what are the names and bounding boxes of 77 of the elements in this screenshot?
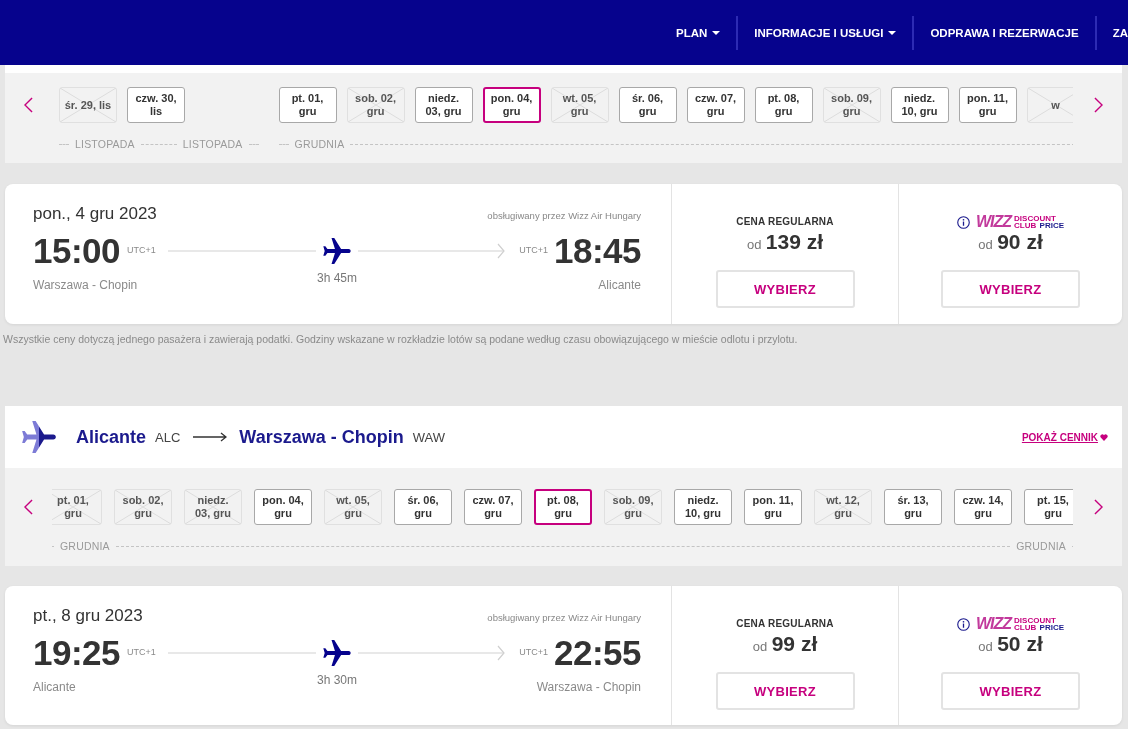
- flight-duration: 3h 30m: [317, 674, 357, 686]
- brand-wordmark: WIZZ: [976, 215, 1012, 229]
- discount-club-label: DISCOUNT CLUB PRICE: [1014, 616, 1064, 632]
- date-option[interactable]: niedz. 03, gru: [414, 87, 473, 123]
- timezone-label: UTC+1: [519, 244, 548, 255]
- airplane-icon: [322, 640, 351, 666]
- airport-code: WAW: [412, 429, 445, 445]
- fare-title: CENA REGULARNA: [736, 617, 834, 631]
- caret-down-icon: [888, 30, 897, 35]
- operator-text: obsługiwany przez Wizz Air Hungary: [487, 612, 641, 623]
- nav-menu-item[interactable]: INFORMACJE I USŁUGI: [738, 17, 913, 48]
- nav-menu-item[interactable]: PLAN: [660, 17, 737, 48]
- date-option[interactable]: czw. 14, gru: [954, 489, 1012, 525]
- heart-icon: [1100, 433, 1108, 441]
- destination-city: Warszawa - Chopin: [239, 426, 404, 448]
- airplane-icon: [22, 421, 56, 453]
- month-label: GRUDNIA: [1016, 540, 1066, 552]
- month-label: LISTOPADA: [182, 138, 243, 150]
- departure-time: 15:00: [33, 230, 121, 272]
- airport-code: ALC: [155, 429, 181, 445]
- date-option[interactable]: pt. 08, gru: [534, 489, 592, 525]
- origin-city: Alicante: [76, 426, 147, 448]
- date-option[interactable]: pon. 04, gru: [482, 87, 541, 123]
- fare-price: od 90 zł: [978, 229, 1043, 255]
- show-prices-link[interactable]: POKAŻ CENNIK: [1021, 431, 1108, 443]
- date-option[interactable]: niedz. 10, gru: [890, 87, 949, 123]
- date-option[interactable]: śr. 06, gru: [618, 87, 677, 123]
- info-icon[interactable]: [957, 617, 970, 631]
- chevron-left-icon: [23, 499, 33, 515]
- date-option[interactable]: pt. 01, gru: [278, 87, 337, 123]
- date-option[interactable]: czw. 07, gru: [464, 489, 522, 525]
- date-option[interactable]: niedz. 10, gru: [674, 489, 732, 525]
- flight-date: pon., 4 gru 2023: [33, 204, 157, 224]
- chevron-right-icon: [1093, 97, 1103, 113]
- select-fare-button[interactable]: WYBIERZ: [715, 672, 855, 710]
- date-option[interactable]: pt. 08, gru: [754, 87, 813, 123]
- date-option[interactable]: pon. 11, gru: [744, 489, 802, 525]
- airplane-icon: [322, 238, 351, 264]
- arrival-airport: Alicante: [598, 277, 641, 292]
- nav-menu-item[interactable]: ZA: [1096, 17, 1128, 48]
- info-icon[interactable]: [957, 215, 970, 229]
- timezone-label: UTC+1: [519, 646, 548, 657]
- chevron-left-icon: [23, 97, 33, 113]
- arrival-time: 18:45: [553, 230, 641, 272]
- month-label: LISTOPADA: [75, 138, 135, 150]
- discount-club-label: DISCOUNT CLUB PRICE: [1014, 214, 1064, 230]
- nav-menu-item[interactable]: ODPRAWA I REZERWACJE: [914, 17, 1095, 48]
- timezone-label: UTC+1: [127, 244, 156, 255]
- flight-date: pt., 8 gru 2023: [33, 606, 143, 626]
- fare-price: od 99 zł: [752, 631, 818, 657]
- departure-airport: Warszawa - Chopin: [33, 277, 138, 292]
- arrival-time: 22:55: [553, 632, 641, 674]
- month-label: GRUDNIA: [60, 540, 110, 552]
- departure-airport: Alicante: [33, 679, 76, 694]
- chevron-right-icon: [1093, 499, 1103, 515]
- select-fare-button[interactable]: WYBIERZ: [941, 672, 1080, 710]
- long-arrow-icon: [193, 432, 228, 442]
- operator-text: obsługiwany przez Wizz Air Hungary: [487, 210, 641, 221]
- month-label: GRUDNIA: [294, 138, 345, 150]
- fare-price: od 139 zł: [746, 229, 824, 255]
- fare-title: CENA REGULARNA: [736, 215, 834, 229]
- arrival-airport: Warszawa - Chopin: [536, 679, 641, 694]
- fare-price: od 50 zł: [978, 631, 1043, 657]
- date-option[interactable]: czw. 30, lis: [127, 87, 185, 123]
- brand-wordmark: WIZZ: [976, 617, 1012, 631]
- date-option[interactable]: śr. 13, gru: [884, 489, 942, 525]
- departure-time: 19:25: [33, 632, 121, 674]
- caret-down-icon: [712, 30, 721, 35]
- date-option[interactable]: pt. 15, gru: [1024, 489, 1073, 525]
- flight-duration: 3h 45m: [317, 272, 357, 284]
- date-option[interactable]: śr. 06, gru: [394, 489, 452, 525]
- select-fare-button[interactable]: WYBIERZ: [715, 270, 855, 308]
- date-option[interactable]: czw. 07, gru: [686, 87, 745, 123]
- date-option[interactable]: pon. 11, gru: [958, 87, 1017, 123]
- timezone-label: UTC+1: [127, 646, 156, 657]
- select-fare-button[interactable]: WYBIERZ: [941, 270, 1080, 308]
- date-option[interactable]: pon. 04, gru: [254, 489, 312, 525]
